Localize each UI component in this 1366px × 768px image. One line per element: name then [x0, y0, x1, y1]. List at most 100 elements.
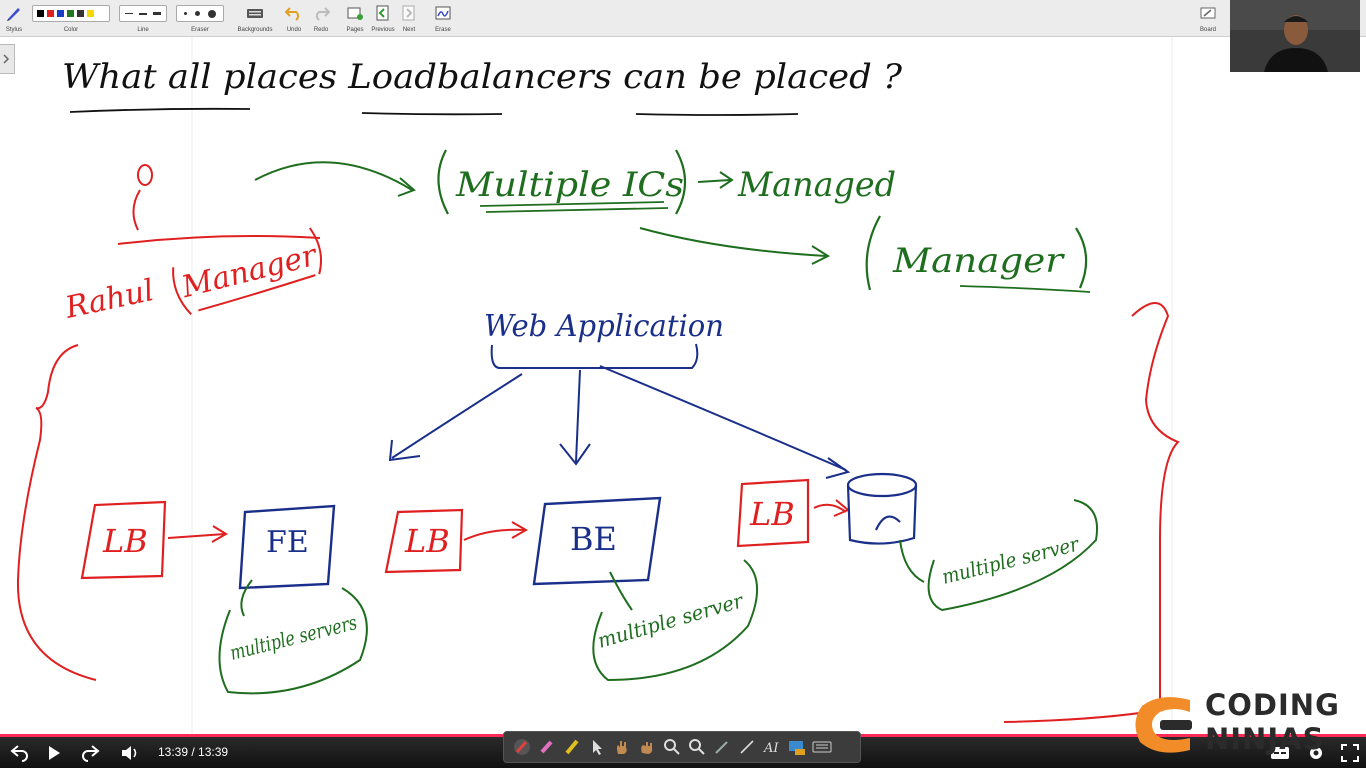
brush-icon[interactable]	[712, 737, 732, 757]
color-swatch-blue[interactable]	[57, 10, 64, 17]
line-width-picker[interactable]: Line	[119, 2, 167, 34]
color-swatch-black[interactable]	[37, 10, 44, 17]
color-swatches[interactable]	[32, 5, 110, 22]
annotation-toolbar: AI	[503, 731, 861, 763]
play-icon[interactable]	[46, 744, 62, 762]
erase-all-button[interactable]: Erase	[430, 2, 456, 34]
lb-box-2: LB	[384, 508, 464, 574]
undo-icon	[285, 7, 299, 21]
brand-line-1: CODING	[1205, 688, 1340, 722]
board-icon	[1200, 7, 1216, 19]
title-underline-2	[361, 112, 503, 116]
web-application-label: Web Application	[484, 309, 724, 344]
ics-underline-2	[485, 207, 669, 213]
fe-note-connector	[240, 579, 253, 617]
color-picker[interactable]: Color	[32, 2, 110, 34]
be-note-connector	[609, 571, 633, 611]
manager-underline-green	[959, 285, 1091, 293]
arrow-lb1-to-fe	[167, 525, 228, 543]
hand-icon[interactable]	[612, 737, 632, 757]
redo-button[interactable]: Redo	[309, 2, 333, 34]
lb-box-1: LB	[80, 500, 167, 580]
whiteboard-canvas[interactable]: What all places Loadbalancers can be pla…	[0, 37, 1366, 737]
next-page-button[interactable]: Next	[397, 2, 421, 34]
forward-10-icon[interactable]	[80, 743, 102, 763]
database-icon	[846, 472, 918, 545]
right-curly-brace	[1003, 302, 1180, 723]
person-icon	[117, 164, 321, 245]
db-note-connector	[899, 539, 925, 583]
color-swatch-red[interactable]	[47, 10, 54, 17]
undo-button[interactable]: Undo	[282, 2, 306, 34]
pages-icon	[347, 7, 363, 20]
svg-text:FE: FE	[266, 525, 309, 560]
backgrounds-button[interactable]: Backgrounds	[236, 2, 274, 34]
previous-page-button[interactable]: Previous	[369, 2, 397, 34]
pointer-icon[interactable]	[587, 737, 607, 757]
be-note-label: multiple server	[595, 588, 747, 653]
eraser-medium-icon[interactable]	[194, 11, 200, 16]
color-swatch-green[interactable]	[67, 10, 74, 17]
grab-icon[interactable]	[637, 737, 657, 757]
board-button[interactable]: Board	[1196, 2, 1220, 34]
whiteboard-toolbar: Stylus Color Line Eraser Backgrounds Und…	[0, 0, 1366, 37]
be-box: BE	[532, 496, 662, 586]
eraser-size-picker[interactable]: Eraser	[176, 2, 224, 34]
fe-box: FE	[238, 504, 336, 590]
zoom-in-icon[interactable]	[662, 737, 682, 757]
arrow-lb2-to-be	[463, 521, 529, 541]
arrow-to-managed	[697, 171, 734, 189]
brand-line-2: NINJAS	[1205, 722, 1325, 756]
keyboard-icon[interactable]	[812, 737, 832, 757]
color-swatch-gray[interactable]	[77, 10, 84, 17]
manager-right-label: Manager	[892, 241, 1065, 281]
title-underline-3	[635, 113, 799, 116]
svg-text:LB: LB	[404, 522, 450, 560]
rahul-label: Rahul	[61, 273, 157, 326]
left-curly-brace	[16, 344, 97, 681]
red-pen-icon[interactable]	[512, 737, 532, 757]
eraser-options[interactable]	[176, 5, 224, 22]
eraser-small-icon[interactable]	[183, 12, 187, 15]
managed-label: Managed	[737, 165, 896, 205]
multiple-ics-label: Multiple ICs	[455, 165, 684, 205]
highlighter-icon[interactable]	[562, 737, 582, 757]
title-underline-1	[69, 107, 251, 113]
pen-icon	[7, 8, 20, 21]
rewind-10-icon[interactable]	[8, 743, 30, 763]
webcam-overlay	[1230, 0, 1360, 72]
line-options[interactable]	[119, 5, 167, 22]
next-page-icon	[402, 5, 415, 21]
svg-text:BE: BE	[570, 520, 617, 558]
erase-page-icon	[435, 6, 451, 20]
pink-pen-icon[interactable]	[537, 737, 557, 757]
keyboard-icon	[247, 9, 263, 18]
web-app-brace	[490, 343, 699, 369]
color-swatch-yellow[interactable]	[87, 10, 94, 17]
svg-text:LB: LB	[102, 522, 148, 560]
zoom-out-icon[interactable]	[687, 737, 707, 757]
line-thick-icon[interactable]	[152, 12, 161, 15]
redo-icon	[316, 7, 330, 21]
arrow-lb3-to-db	[813, 499, 850, 517]
svg-text:AI: AI	[763, 741, 779, 756]
volume-icon[interactable]	[120, 743, 142, 763]
line-medium-icon[interactable]	[138, 12, 147, 15]
coding-ninjas-logo: CODING NINJAS	[1130, 688, 1366, 760]
presenter-video	[1230, 0, 1360, 72]
manager-paren-left	[865, 215, 881, 291]
arrow-to-ics	[254, 161, 413, 191]
eraser-large-icon[interactable]	[208, 9, 217, 18]
stylus-tool[interactable]: Stylus	[2, 2, 26, 34]
manager-paren-right	[1075, 227, 1088, 289]
time-display: 13:39 / 13:39	[158, 745, 229, 759]
previous-page-icon	[376, 5, 389, 21]
screen-icon[interactable]	[787, 737, 807, 757]
line-thin-icon[interactable]	[125, 13, 134, 14]
board-title: What all places Loadbalancers can be pla…	[62, 57, 903, 97]
line-tool-icon[interactable]	[737, 737, 757, 757]
pages-button[interactable]: Pages	[343, 2, 367, 34]
text-tool-icon[interactable]: AI	[762, 737, 782, 757]
fe-note-label: multiple servers	[227, 610, 359, 665]
web-app-arrows	[388, 365, 851, 479]
